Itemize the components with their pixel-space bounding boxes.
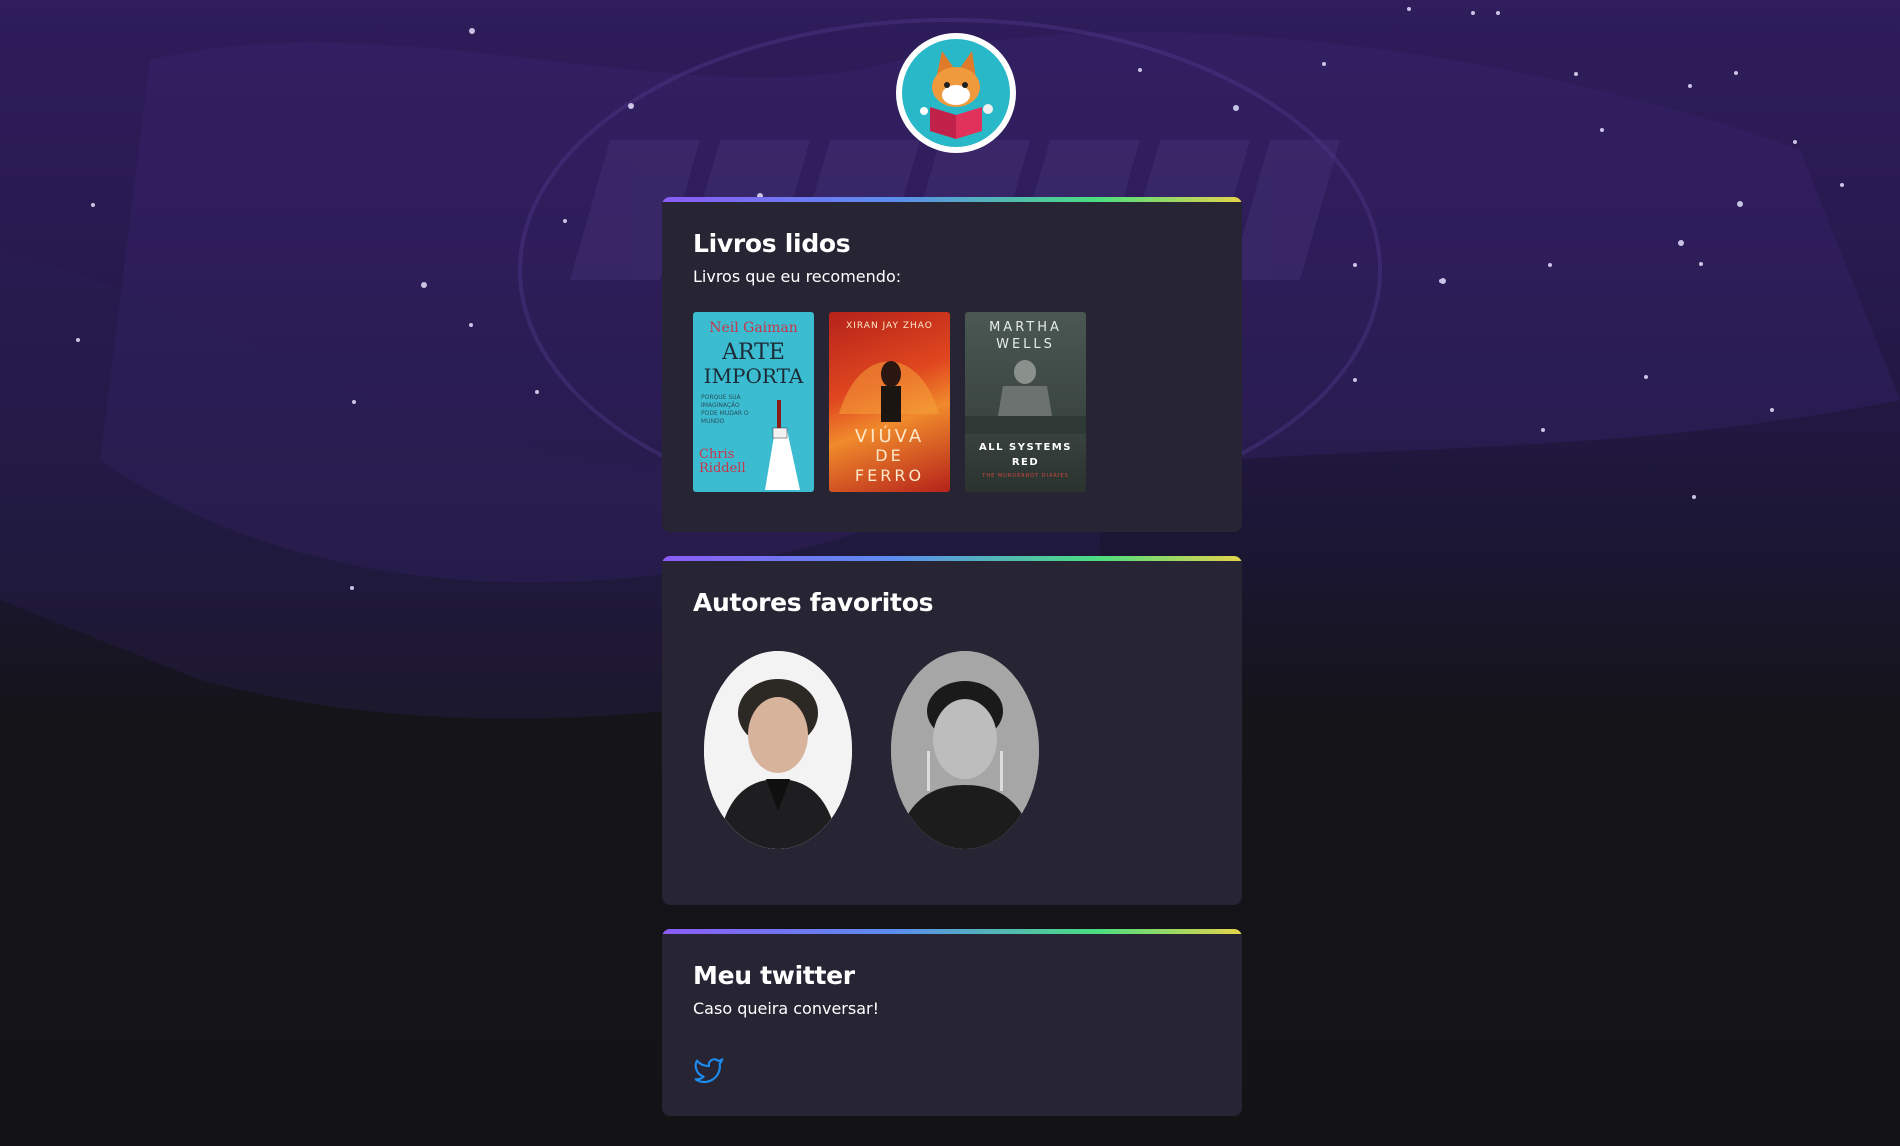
twitter-card: Meu twitter Caso queira conversar! [662, 929, 1242, 1116]
profile-avatar [896, 33, 1016, 153]
book-title-line2: DE [875, 446, 904, 465]
book-author-line1: MARTHA [989, 320, 1062, 335]
book-series: THE MURDERBOT DIARIES [982, 473, 1069, 479]
book-title-line2: RED [1011, 457, 1040, 468]
twitter-icon[interactable] [693, 1054, 725, 1086]
book-title-line1: ARTE [722, 340, 785, 365]
book-author: Neil Gaiman [709, 320, 798, 336]
xiran-jay-zhao-photo[interactable] [891, 651, 1039, 849]
books-section-title: Livros lidos [693, 229, 851, 258]
book-cover-all-systems-red[interactable]: MARTHA WELLS ALL SYSTEMS RED THE MURDERB… [965, 312, 1086, 492]
authors-section-title: Autores favoritos [693, 588, 934, 617]
book-cover-arte-importa[interactable]: Neil Gaiman ARTE IMPORTA PORQUE SUA IMAG… [693, 312, 814, 492]
accent-gradient-bar [662, 197, 1242, 202]
robot-figure-illustration [965, 360, 1086, 434]
accent-gradient-bar [662, 556, 1242, 561]
book-author-line2: WELLS [996, 337, 1055, 352]
books-card: Livros lidos Livros que eu recomendo: Ne… [662, 197, 1242, 532]
book-illustrator: Chris Riddell [699, 447, 746, 476]
accent-gradient-bar [662, 929, 1242, 934]
twitter-section-title: Meu twitter [693, 961, 855, 990]
cat-reading-book-avatar-icon [902, 39, 1010, 147]
book-cover-viuva-de-ferro[interactable]: XIRAN JAY ZHAO VIÚVA DE FERRO [829, 312, 950, 492]
book-title-line3: FERRO [854, 466, 925, 485]
book-tagline: PORQUE SUA IMAGINAÇÃO PODE MUDAR O MUNDO [701, 394, 749, 425]
hand-with-pen-illustration [765, 400, 800, 490]
authors-card: Autores favoritos [662, 556, 1242, 905]
book-title-line1: VIÚVA [854, 426, 925, 447]
book-title-line1: ALL SYSTEMS [979, 442, 1072, 453]
neil-gaiman-photo[interactable] [704, 651, 852, 849]
books-section-subtitle: Livros que eu recomendo: [693, 267, 902, 286]
twitter-section-subtitle: Caso queira conversar! [693, 999, 879, 1018]
book-title-line2: IMPORTA [703, 364, 804, 388]
warrior-illustration [839, 361, 939, 422]
book-author: XIRAN JAY ZHAO [846, 321, 933, 331]
